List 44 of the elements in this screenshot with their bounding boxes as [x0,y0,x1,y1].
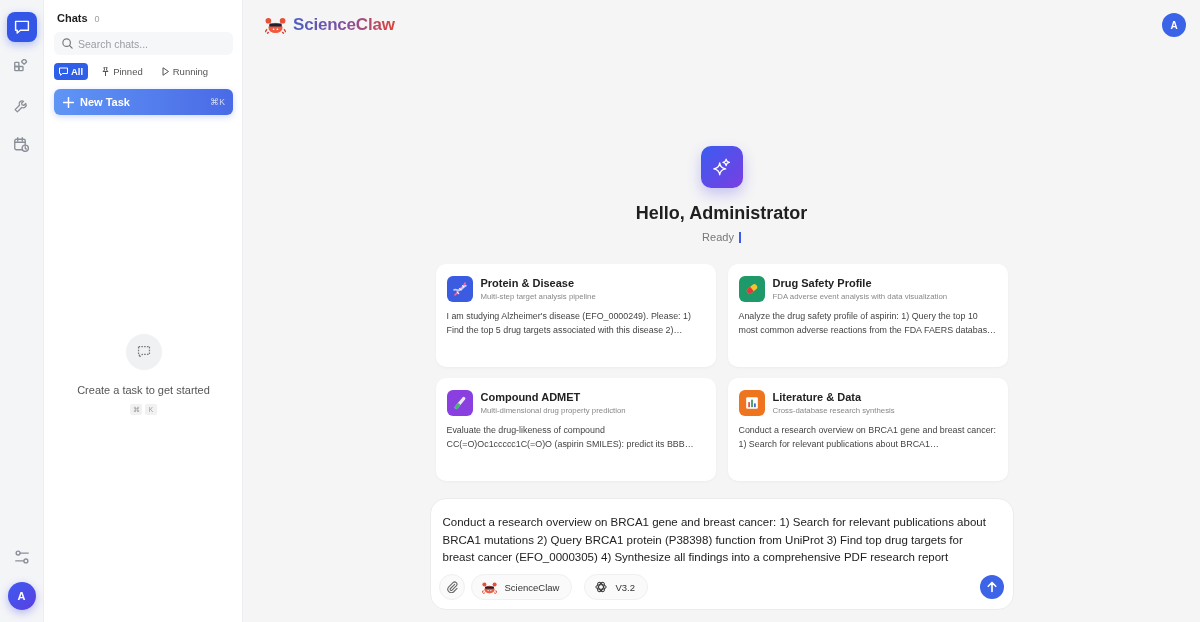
text-cursor-icon [738,231,741,243]
card-title: Drug Safety Profile [772,276,873,290]
chat-bubble-icon [59,67,68,76]
sparkles-icon [700,146,743,188]
model-selector[interactable]: V3.2 [584,574,648,600]
send-button[interactable] [979,575,1004,599]
attach-button[interactable] [438,574,465,600]
calendar-clock-icon [14,136,29,152]
pin-icon [101,67,111,76]
chat-count: 0 [94,14,100,24]
card-title: Protein & Disease [480,276,576,290]
search-field[interactable]: Search chats... [54,32,233,55]
user-avatar[interactable]: A [7,582,36,610]
sidebar-title: Chats [57,12,88,24]
card-description: Evaluate the drug-likeness of compound CC(=O)Oc1ccccc1C(=O)O (aspirin SMILES): predict its BBB… [446,424,695,451]
crab-icon [265,16,286,34]
chat-bubble-icon [13,19,30,35]
agent-selector[interactable]: ScienceClaw [470,574,573,600]
arrow-up-icon [985,581,998,593]
paperclip-icon [445,581,458,593]
wrench-icon [14,97,29,113]
card-description: I am studying Alzheimer's disease (EFO_0000249). Please: 1) Find the top 5 drug targets associated with this disease 2)… [446,310,692,337]
grid-icon [14,58,29,74]
card-description: Conduct a research overview on BRCA1 gene and breast cancer: 1) Search for relevant publications about BRCA1… [738,424,998,451]
rosette-icon [595,581,608,593]
crab-icon [481,580,497,594]
card-description: Analyze the drug safety profile of aspirin: 1) Query the top 10 most common adverse reactions from the FDA FAERS databas… [738,310,997,337]
filter-tab[interactable]: All [54,63,89,80]
status-text: Ready [702,231,734,243]
filter-tab[interactable]: Running [155,63,214,80]
greeting-heading: Hello, Administrator [635,202,808,225]
card-title: Compound ADMET [480,390,582,404]
shortcut-label: ⌘K [210,97,225,107]
search-icon [62,38,73,49]
plus-icon [63,96,74,108]
sliders-icon [14,550,29,564]
empty-state-text: Create a task to get started [77,384,210,396]
chats-nav-button[interactable] [6,12,37,42]
card-title: Literature & Data [772,390,863,404]
prompt-input[interactable]: Conduct a research overview on BRCA1 gene and breast cancer: 1) Search for relevant publications about BRCA1 mutations 2) Query BRCA1 protein (P38398) function from UniProt 3) Find top drug targets for breast cancer (EFO_0000305) 4) Synthesize all findings into a comprehensive PDF research report [438,514,1004,567]
filter-tab[interactable]: Pinned [96,63,148,80]
user-avatar[interactable]: A [1162,13,1186,37]
play-icon [160,67,170,76]
dashed-chat-icon [125,334,162,370]
